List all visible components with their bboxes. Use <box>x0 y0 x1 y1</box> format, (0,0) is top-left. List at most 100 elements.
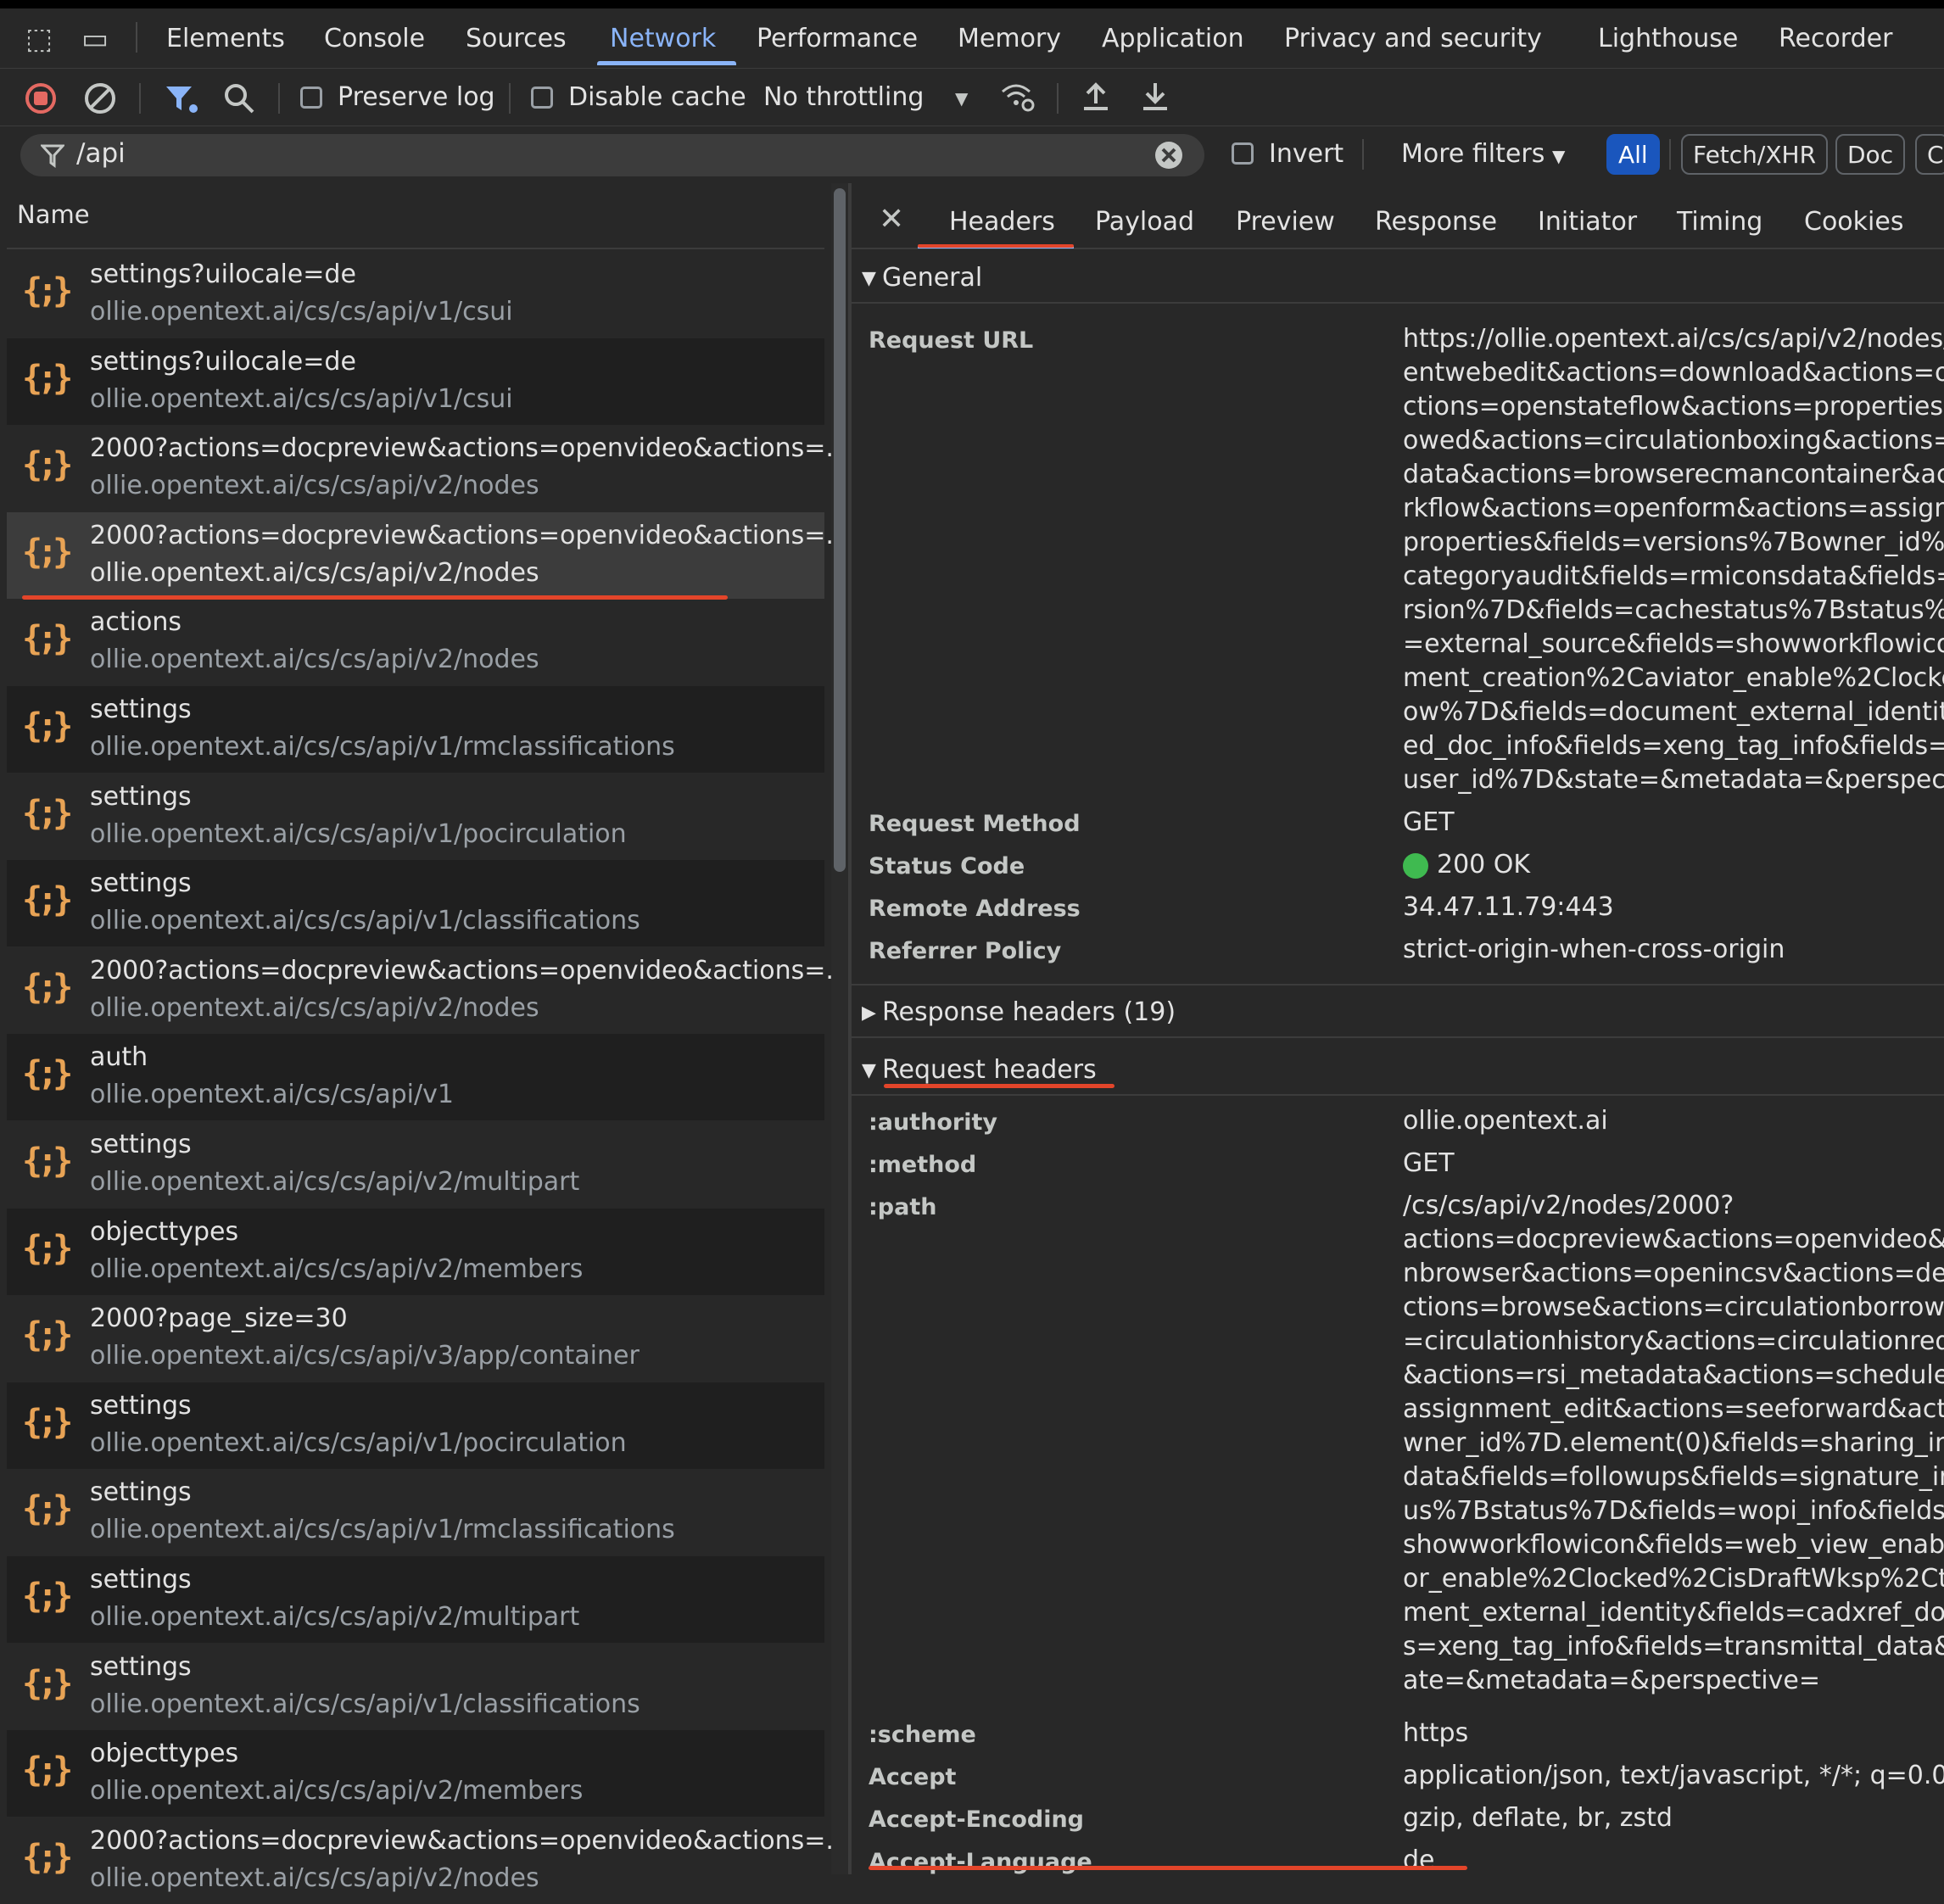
request-name: settings?uilocale=de <box>90 260 356 289</box>
value-line: ctions=browse&actions=circulationborrow&… <box>1403 1293 1944 1322</box>
request-row[interactable]: {;} 2000?actions=docpreview&actions=openv… <box>7 947 850 1034</box>
request-row[interactable]: {;} settings ollie.opentext.ai/cs/cs/api/v… <box>7 1121 824 1208</box>
filter-chip-doc[interactable]: Doc <box>1835 134 1906 175</box>
json-resource-icon: {;} <box>22 1489 73 1528</box>
tab-initiator[interactable]: Initiator <box>1538 207 1637 237</box>
filter-value: /api <box>76 138 126 169</box>
request-url-label: Request URL <box>869 327 1034 354</box>
divider <box>1669 139 1671 170</box>
tab-sources[interactable]: Sources <box>466 24 567 53</box>
request-row[interactable]: {;} settings ollie.opentext.ai/cs/cs/api/v… <box>7 1469 824 1555</box>
invert-label: Invert <box>1269 139 1344 169</box>
request-path: ollie.opentext.ai/cs/cs/api/v2/nodes <box>90 993 539 1023</box>
request-row[interactable]: {;} objecttypes ollie.opentext.ai/cs/cs/ap… <box>7 1730 824 1817</box>
request-row[interactable]: {;} 2000?actions=docpreview&actions=openv… <box>7 1817 850 1904</box>
tab-memory[interactable]: Memory <box>958 24 1061 53</box>
value-line: categoryaudit&fields=rmiconsdata&fields=… <box>1403 561 1944 591</box>
annotation-underline <box>884 1084 1114 1088</box>
tab-console[interactable]: Console <box>324 24 425 53</box>
filter-input[interactable] <box>20 134 1204 176</box>
json-resource-icon: {;} <box>22 1403 73 1442</box>
method-label: :method <box>869 1152 977 1178</box>
more-filters-dropdown[interactable]: More filters <box>1401 139 1545 169</box>
request-name: settings <box>90 1477 192 1507</box>
filter-chip-all[interactable]: All <box>1606 134 1660 175</box>
request-path: ollie.opentext.ai/cs/cs/api/v1 <box>90 1080 454 1109</box>
request-row[interactable]: {;} 2000?actions=docpreview&actions=openv… <box>7 512 850 599</box>
json-resource-icon: {;} <box>22 880 73 919</box>
clear-icon[interactable] <box>83 81 117 115</box>
request-path: ollie.opentext.ai/cs/cs/api/v2/multipart <box>90 1602 580 1632</box>
tab-recorder[interactable]: Recorder <box>1779 24 1892 53</box>
request-row[interactable]: {;} settings ollie.opentext.ai/cs/cs/api/v… <box>7 1382 824 1469</box>
json-resource-icon: {;} <box>22 1142 73 1181</box>
json-resource-icon: {;} <box>22 533 73 572</box>
authority-value: ollie.opentext.ai <box>1403 1106 1608 1136</box>
tab-privacy-and-security[interactable]: Privacy and security <box>1284 24 1542 53</box>
filter-icon[interactable] <box>163 81 200 115</box>
tab-payload[interactable]: Payload <box>1095 207 1194 237</box>
request-row[interactable]: {;} settings ollie.opentext.ai/cs/cs/api/v… <box>7 1556 824 1643</box>
request-row[interactable]: {;} actions ollie.opentext.ai/cs/cs/api/v2… <box>7 599 824 685</box>
request-row[interactable]: {;} settings?uilocale=de ollie.opentext.ai… <box>7 338 824 425</box>
export-har-icon[interactable] <box>1138 80 1172 114</box>
request-row[interactable]: {;} auth ollie.opentext.ai/cs/cs/api/v1 <box>7 1034 824 1120</box>
general-section-header[interactable] <box>852 249 1944 304</box>
search-icon[interactable] <box>222 81 256 115</box>
request-row[interactable]: {;} settings ollie.opentext.ai/cs/cs/api/v… <box>7 773 824 860</box>
stop-recording-icon[interactable] <box>24 81 58 115</box>
tab-network[interactable]: Network <box>610 24 716 53</box>
request-row[interactable]: {;} 2000?actions=docpreview&actions=openv… <box>7 425 850 511</box>
tab-headers[interactable]: Headers <box>949 207 1055 237</box>
throttling-select[interactable]: No throttling <box>763 82 924 112</box>
name-column-header[interactable]: Name <box>17 200 90 229</box>
request-name: 2000?actions=docpreview&actions=openvide… <box>90 1826 850 1856</box>
divider <box>1057 83 1059 114</box>
tab-elements[interactable]: Elements <box>166 24 285 53</box>
value-line: =external_source&fields=showworkflowicon… <box>1403 629 1944 659</box>
referrer-policy-label: Referrer Policy <box>869 938 1062 964</box>
json-resource-icon: {;} <box>22 1750 73 1790</box>
clear-filter-icon[interactable] <box>1154 140 1184 170</box>
request-headers-title: Request headers <box>882 1055 1097 1085</box>
tab-timing[interactable]: Timing <box>1677 207 1762 237</box>
inspect-element-icon[interactable]: ⬚ <box>25 22 53 56</box>
request-name: settings?uilocale=de <box>90 347 356 377</box>
tab-lighthouse[interactable]: Lighthouse <box>1598 24 1738 53</box>
list-scrollbar-thumb[interactable] <box>834 188 846 872</box>
disable-cache-checkbox[interactable] <box>531 87 553 109</box>
tab-application[interactable]: Application <box>1102 24 1244 53</box>
annotation-underline <box>869 1866 1467 1870</box>
json-resource-icon: {;} <box>22 271 73 310</box>
tab-preview[interactable]: Preview <box>1236 207 1335 237</box>
invert-checkbox[interactable] <box>1232 142 1254 165</box>
status-code-label: Status Code <box>869 853 1025 879</box>
scheme-value: https <box>1403 1718 1469 1748</box>
network-conditions-icon[interactable] <box>999 80 1036 114</box>
request-row[interactable]: {;} 2000?page_size=30 ollie.opentext.ai/cs… <box>7 1295 824 1382</box>
network-toolbar <box>0 68 1944 127</box>
request-name: auth <box>90 1042 148 1072</box>
disable-cache-label: Disable cache <box>568 82 746 112</box>
close-icon[interactable]: ✕ <box>879 202 904 237</box>
import-har-icon[interactable] <box>1079 80 1113 114</box>
request-row[interactable]: {;} settings?uilocale=de ollie.opentext.ai… <box>7 251 824 338</box>
referrer-policy-value: strict-origin-when-cross-origin <box>1403 935 1785 964</box>
divider <box>1362 139 1364 170</box>
status-code-value: 200 OK <box>1437 850 1531 879</box>
request-row[interactable]: {;} objecttypes ollie.opentext.ai/cs/cs/ap… <box>7 1209 824 1295</box>
device-toolbar-icon[interactable]: ▭ <box>81 22 109 56</box>
tab-response[interactable]: Response <box>1375 207 1497 237</box>
filter-chip-css[interactable]: C <box>1915 134 1944 175</box>
preserve-log-checkbox[interactable] <box>300 87 322 109</box>
value-line: actions=docpreview&actions=openvideo&act <box>1403 1225 1944 1254</box>
active-tab-indicator <box>597 61 736 65</box>
authority-label: :authority <box>869 1109 997 1136</box>
request-row[interactable]: {;} settings ollie.opentext.ai/cs/cs/api/v… <box>7 686 824 773</box>
tab-cookies[interactable]: Cookies <box>1804 207 1903 237</box>
request-row[interactable]: {;} settings ollie.opentext.ai/cs/cs/api/v… <box>7 1644 824 1730</box>
request-method-value: GET <box>1403 807 1455 837</box>
filter-chip-fetch-xhr[interactable]: Fetch/XHR <box>1681 134 1829 175</box>
tab-performance[interactable]: Performance <box>757 24 918 53</box>
request-row[interactable]: {;} settings ollie.opentext.ai/cs/cs/api/v… <box>7 860 824 946</box>
